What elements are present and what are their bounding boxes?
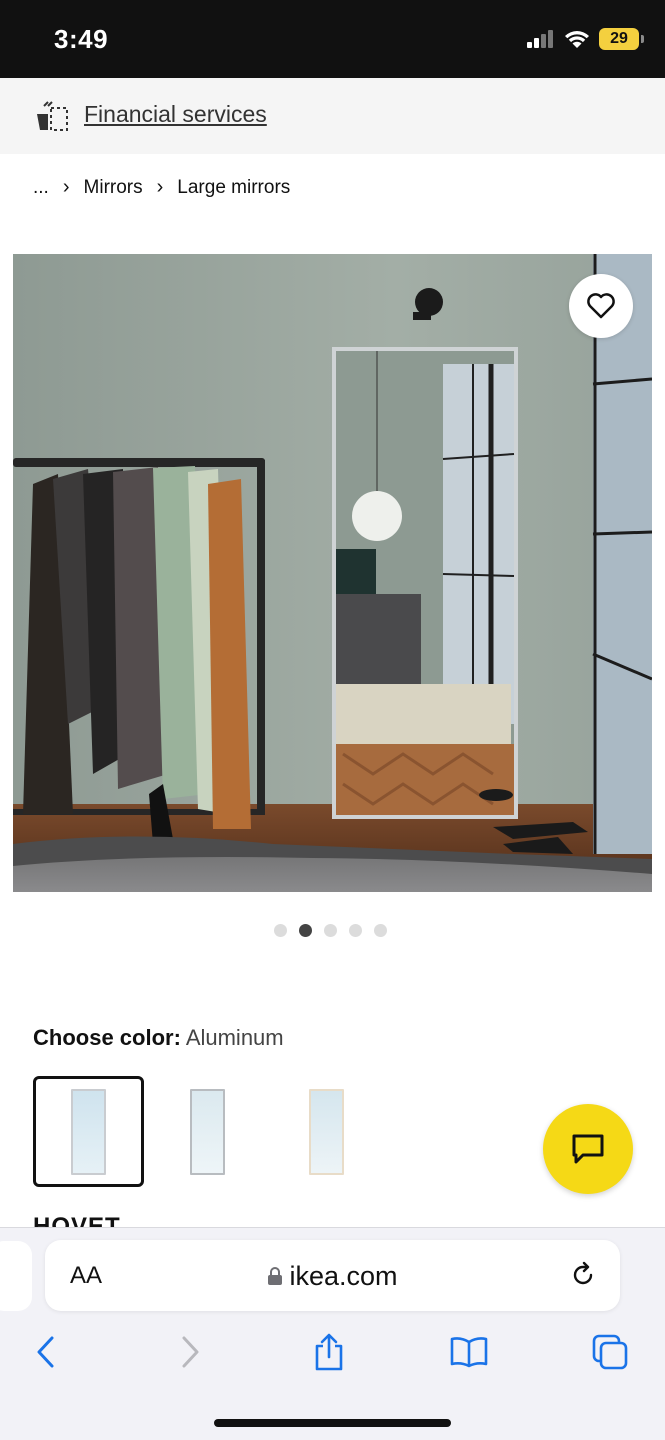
bookmarks-button[interactable] (447, 1330, 491, 1374)
navigation-toolbar (0, 1330, 665, 1380)
product-name-heading: HOVET (33, 1213, 121, 1228)
color-chooser-label: Choose color: Aluminum (33, 1025, 284, 1051)
share-button[interactable] (307, 1330, 351, 1374)
chat-button[interactable] (543, 1104, 633, 1194)
reload-icon[interactable] (568, 1260, 598, 1290)
pagination-dot[interactable] (349, 924, 362, 937)
pagination-dot[interactable] (374, 924, 387, 937)
address-bar[interactable]: AA ikea.com (45, 1240, 620, 1311)
lock-icon (268, 1267, 283, 1285)
breadcrumb-item-mirrors[interactable]: Mirrors (84, 177, 143, 199)
pagination-dot[interactable] (274, 924, 287, 937)
status-bar: 3:49 29 (0, 0, 665, 78)
pagination-dot[interactable] (324, 924, 337, 937)
color-label-title: Choose color: (33, 1025, 181, 1050)
status-icons: 29 (527, 28, 644, 50)
mirror-thumbnail (309, 1088, 344, 1175)
favorite-button[interactable] (569, 274, 633, 338)
image-pagination (0, 924, 665, 937)
product-image[interactable] (13, 254, 652, 892)
product-photo (13, 254, 652, 892)
color-label-value: Aluminum (185, 1025, 284, 1050)
browser-toolbar: AA ikea.com (0, 1227, 665, 1440)
breadcrumb-separator: › (156, 176, 164, 198)
color-swatch-white[interactable] (152, 1076, 263, 1187)
cellular-signal-icon (527, 30, 553, 48)
financial-services-bar: Financial services (0, 78, 665, 154)
chat-icon (572, 1134, 604, 1164)
status-time: 3:49 (54, 24, 109, 54)
heart-icon (587, 293, 615, 319)
book-icon (450, 1337, 488, 1368)
url-display[interactable]: ikea.com (45, 1261, 620, 1292)
previous-tab-preview[interactable] (0, 1241, 32, 1311)
home-indicator (214, 1419, 451, 1427)
battery-indicator: 29 (599, 28, 644, 50)
mirror-thumbnail (190, 1088, 225, 1175)
chevron-left-icon (37, 1336, 54, 1368)
breadcrumb-separator: › (62, 176, 70, 198)
share-icon (315, 1333, 343, 1371)
url-text: ikea.com (289, 1261, 398, 1291)
breadcrumb-ellipsis[interactable]: ... (33, 177, 49, 199)
breadcrumb-item-large-mirrors[interactable]: Large mirrors (177, 177, 290, 199)
financial-services-icon (37, 101, 68, 131)
tabs-button[interactable] (588, 1330, 632, 1374)
forward-button[interactable] (168, 1330, 212, 1374)
tabs-icon (592, 1334, 628, 1370)
color-swatch-beige[interactable] (271, 1076, 382, 1187)
financial-services-link[interactable]: Financial services (84, 101, 267, 128)
back-button[interactable] (24, 1330, 68, 1374)
color-swatch-aluminum[interactable] (33, 1076, 144, 1187)
mirror-thumbnail (71, 1088, 106, 1175)
wifi-icon (565, 31, 589, 48)
breadcrumb: ... › Mirrors › Large mirrors (33, 176, 290, 199)
chevron-right-icon (182, 1336, 199, 1368)
pagination-dot-active[interactable] (299, 924, 312, 937)
